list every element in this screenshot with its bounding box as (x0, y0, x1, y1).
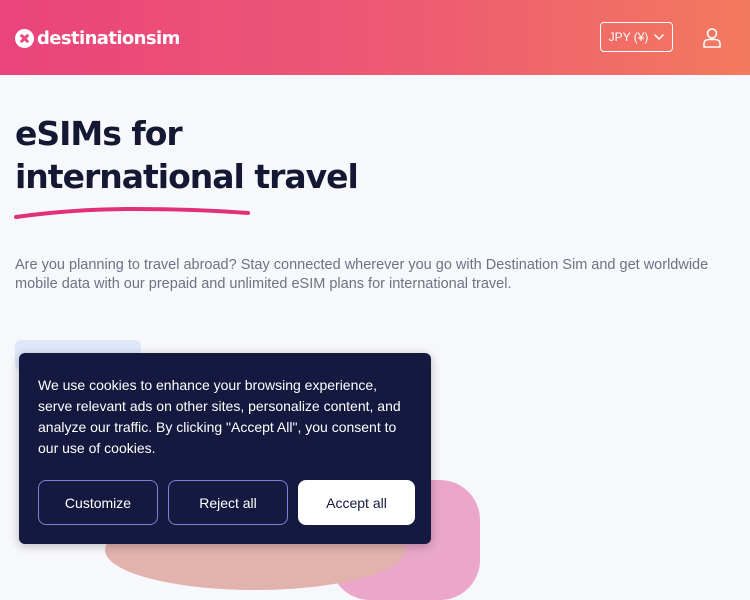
logo-text: destinationsim (37, 27, 180, 49)
title-underline (14, 206, 250, 219)
hero-title-line-2: international travel (15, 157, 359, 196)
hero-title: eSIMs for international travel (15, 112, 359, 198)
accept-all-button[interactable]: Accept all (298, 480, 415, 525)
currency-selector[interactable]: JPY (¥) (600, 22, 673, 52)
customize-button[interactable]: Customize (38, 480, 158, 525)
cookie-banner: We use cookies to enhance your browsing … (19, 353, 431, 544)
user-icon[interactable] (702, 27, 722, 49)
reject-all-button[interactable]: Reject all (168, 480, 288, 525)
site-logo[interactable]: destinationsim (15, 27, 180, 49)
hero-intro: Are you planning to travel abroad? Stay … (15, 257, 709, 292)
site-header: destinationsim JPY (¥) (0, 0, 750, 75)
cookie-buttons: Customize Reject all Accept all (38, 480, 415, 525)
destinationsim-logo-icon (15, 28, 34, 48)
cookie-banner-text: We use cookies to enhance your browsing … (38, 377, 401, 456)
hero-title-line-1: eSIMs for (15, 114, 183, 153)
currency-label: JPY (¥) (608, 30, 649, 44)
chevron-down-icon (654, 34, 665, 40)
